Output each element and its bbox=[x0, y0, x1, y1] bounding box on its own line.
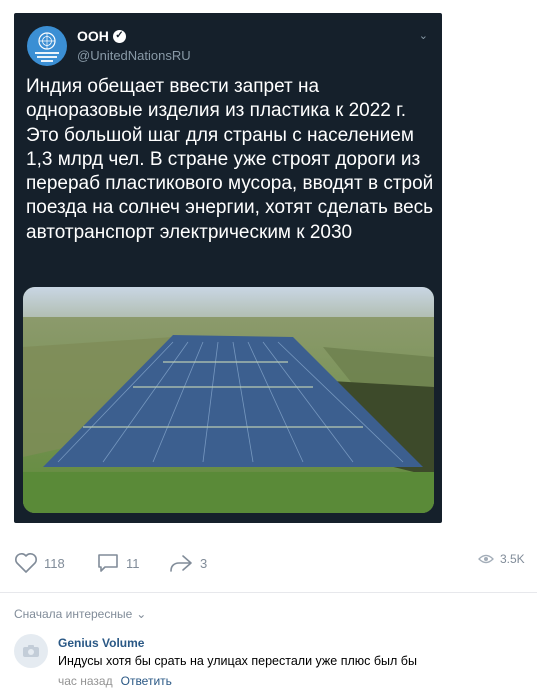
verified-badge-icon: ✓ bbox=[112, 29, 126, 43]
share-button[interactable]: 3 bbox=[168, 552, 207, 574]
comments-sort-dropdown[interactable]: Сначала интересные ⌄ bbox=[14, 607, 146, 621]
comment-author-link[interactable]: Genius Volume bbox=[58, 636, 144, 650]
chevron-down-icon: ⌄ bbox=[418, 30, 428, 42]
share-arrow-icon bbox=[170, 555, 192, 572]
comment-meta: час назад Ответить bbox=[58, 674, 172, 688]
heart-icon bbox=[15, 553, 37, 573]
sort-label: Сначала интересные bbox=[14, 607, 133, 621]
comment-time[interactable]: час назад bbox=[58, 674, 113, 688]
tweet-handle: @UnitedNationsRU bbox=[77, 48, 191, 63]
like-button[interactable]: 118 bbox=[14, 552, 65, 574]
comment-icon bbox=[98, 554, 118, 572]
post-actions-bar: 118 11 3 3.5K bbox=[0, 552, 537, 582]
eye-icon bbox=[478, 554, 494, 564]
comment-count: 11 bbox=[126, 555, 140, 571]
camera-icon bbox=[23, 645, 39, 657]
comment-text: Индусы хотя бы срать на улицах перестали… bbox=[58, 654, 417, 668]
commenter-avatar[interactable] bbox=[14, 634, 48, 668]
chevron-down-icon: ⌄ bbox=[136, 607, 147, 621]
solar-farm-photo bbox=[23, 287, 434, 513]
share-count: 3 bbox=[200, 555, 208, 571]
comment-button[interactable]: 11 bbox=[96, 552, 140, 574]
tweet-text: Индия обещает ввести запрет на одноразов… bbox=[26, 76, 434, 243]
un-logo-avatar bbox=[27, 26, 67, 66]
tweet-author-name: ООН bbox=[77, 28, 109, 44]
views-indicator: 3.5K bbox=[478, 552, 525, 566]
reply-link[interactable]: Ответить bbox=[121, 674, 172, 688]
like-count: 118 bbox=[44, 555, 65, 571]
tweet-author: ООН ✓ bbox=[77, 28, 126, 44]
divider bbox=[0, 592, 537, 593]
view-count: 3.5K bbox=[500, 552, 525, 566]
embedded-tweet-image: ООН ✓ @UnitedNationsRU ⌄ Индия обещает в… bbox=[14, 13, 442, 523]
